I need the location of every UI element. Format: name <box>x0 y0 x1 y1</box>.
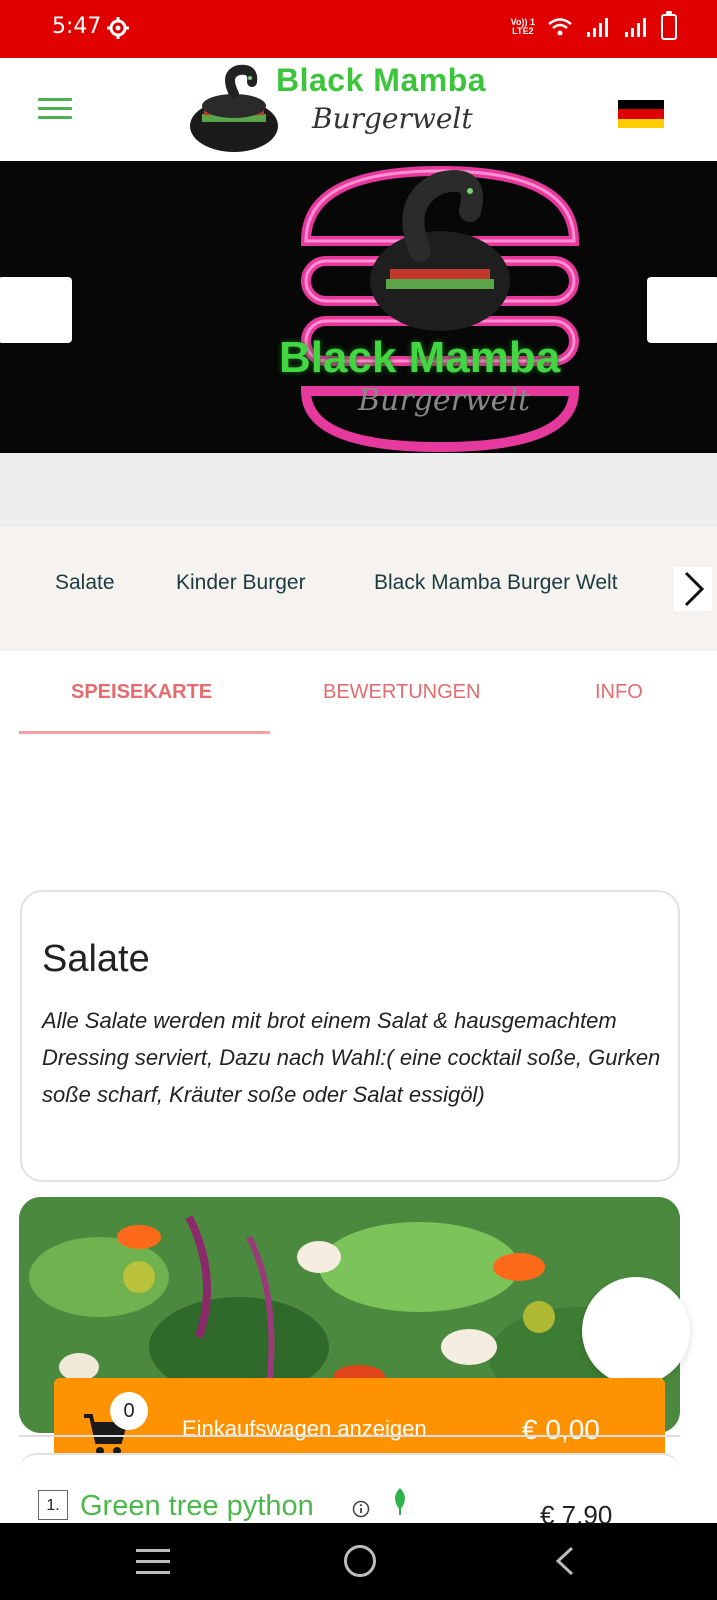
tab-speisekarte[interactable]: SPEISEKARTE <box>71 681 212 704</box>
item-number: 1. <box>38 1490 68 1520</box>
battery-icon <box>661 11 677 40</box>
gear-icon <box>107 17 129 39</box>
chevron-right-icon <box>684 571 705 607</box>
floating-action-button[interactable] <box>582 1277 690 1385</box>
back-icon[interactable] <box>552 1545 576 1577</box>
tab-bar: SPEISEKARTE BEWERTUNGEN INFO <box>0 651 717 737</box>
category-kinder-burger[interactable]: Kinder Burger <box>176 571 306 595</box>
app-header: Black Mamba Burgerwelt <box>0 58 717 161</box>
category-description: Alle Salate werden mit brot einem Salat … <box>42 1008 661 1107</box>
recent-apps-icon[interactable] <box>136 1549 170 1575</box>
tab-info[interactable]: INFO <box>595 681 643 704</box>
volte-indicator: Vo)) 1 LTE2 <box>510 17 535 36</box>
brand-title: Black Mamba <box>276 62 487 98</box>
category-card: Salate Alle Salate werden mit brot einem… <box>20 890 680 1182</box>
cart-total: € 0,00 <box>522 1414 600 1445</box>
status-bar: 5:47 Vo)) 1 LTE2 <box>0 0 717 58</box>
vegetarian-leaf-icon <box>395 1488 405 1515</box>
item-name[interactable]: Green tree python <box>80 1490 314 1523</box>
system-nav-bar <box>0 1523 717 1600</box>
category-bar: Salate Kinder Burger Black Mamba Burger … <box>0 527 717 639</box>
wifi-icon <box>548 18 572 36</box>
germany-flag-icon[interactable] <box>618 100 664 128</box>
hero-title: Black Mamba <box>279 333 561 382</box>
category-spacer <box>0 639 717 651</box>
status-time: 5:47 <box>52 14 102 39</box>
active-tab-indicator <box>19 731 270 734</box>
logo-snake-icon <box>190 64 278 152</box>
category-salate[interactable]: Salate <box>55 571 115 595</box>
brand-subtitle: Burgerwelt <box>312 102 473 135</box>
hero-banner: Black Mamba Burgerwelt <box>0 161 717 453</box>
cart-count-badge: 0 <box>110 1392 148 1430</box>
section-divider <box>19 1435 680 1437</box>
hero-subtitle: Burgerwelt <box>358 383 531 418</box>
hero-next-button[interactable] <box>647 277 717 343</box>
signal-icon-2 <box>625 18 646 37</box>
category-black-mamba-burger-welt[interactable]: Black Mamba Burger Welt <box>374 571 618 595</box>
info-icon[interactable] <box>352 1500 370 1518</box>
category-title: Salate <box>42 938 150 980</box>
hero-prev-button[interactable] <box>0 277 72 343</box>
category-next-button[interactable] <box>674 567 712 611</box>
cart-label: Einkaufswagen anzeigen <box>182 1416 427 1441</box>
menu-icon[interactable] <box>38 98 72 120</box>
hero-spacer <box>0 453 717 527</box>
tab-bewertungen[interactable]: BEWERTUNGEN <box>323 681 480 704</box>
home-icon[interactable] <box>344 1545 376 1577</box>
signal-icon <box>587 18 608 37</box>
